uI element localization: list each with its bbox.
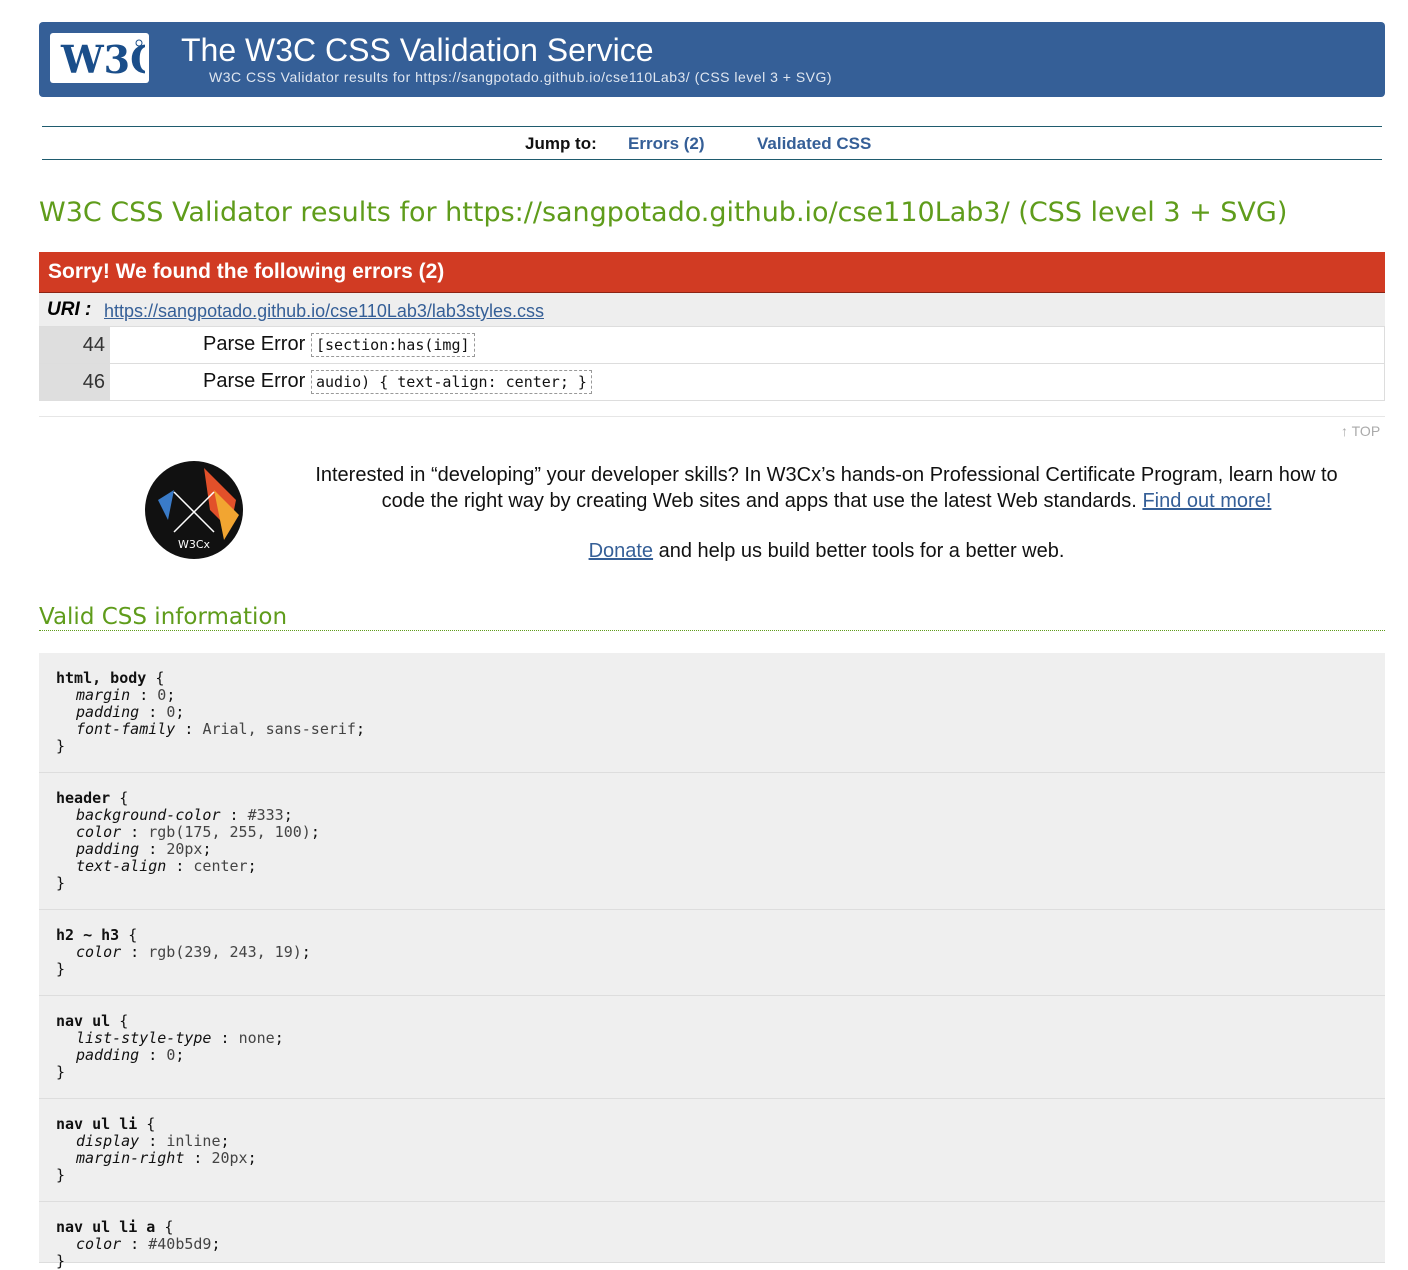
valid-css-title: Valid CSS information [39, 604, 288, 630]
css-property: color [76, 1235, 122, 1253]
css-property: padding [76, 840, 140, 858]
css-selector: nav ul [56, 1012, 111, 1030]
w3c-logo-icon: W3C [60, 37, 145, 81]
w3c-logo[interactable]: W3C [50, 33, 149, 83]
error-row: 44 Parse Error [section:has(img] [39, 326, 1384, 364]
header-banner: W3C The W3C CSS Validation Service W3C C… [39, 22, 1385, 97]
error-row: 46 Parse Error audio) { text-align: cent… [39, 363, 1384, 401]
css-value: 20px [211, 1149, 248, 1167]
css-value: rgb(239, 243, 19) [148, 943, 302, 961]
donate-line: Donate and help us build better tools fo… [300, 540, 1353, 563]
css-declaration: margin-right : 20px; [76, 1149, 257, 1167]
error-line-number: 46 [39, 364, 110, 401]
donate-link[interactable]: Donate [589, 540, 654, 562]
css-property: color [76, 823, 122, 841]
css-selector: html, body [56, 669, 147, 687]
errors-heading-text: Sorry! We found the following errors (2) [48, 260, 445, 283]
divider [39, 416, 1385, 417]
css-rule-block: h2 ~ h3 {color : rgb(239, 243, 19);} [39, 910, 1385, 996]
css-rule-block: nav ul li {display : inline; margin-right… [39, 1099, 1385, 1202]
css-property: text-align [76, 857, 167, 875]
error-code: audio) { text-align: center; } [311, 370, 592, 394]
jump-validated-css-link[interactable]: Validated CSS [757, 134, 871, 154]
errors-heading: Sorry! We found the following errors (2) [39, 252, 1385, 293]
css-declaration: list-style-type : none; [76, 1029, 284, 1047]
jump-nav: Jump to: Errors (2) Validated CSS [42, 126, 1382, 160]
divider [39, 630, 1385, 631]
css-declaration: background-color : #333; [76, 806, 293, 824]
jump-errors-link[interactable]: Errors (2) [628, 134, 705, 154]
uri-link[interactable]: https://sangpotado.github.io/cse110Lab3/… [104, 301, 544, 322]
css-value: inline [166, 1132, 221, 1150]
css-rule-block: nav ul li a {color : #40b5d9;} [39, 1202, 1385, 1270]
css-value: none [238, 1029, 275, 1047]
page-subtitle: W3C CSS Validator results for https://sa… [209, 69, 833, 85]
css-selector: nav ul li a [56, 1218, 156, 1236]
errors-table: 44 Parse Error [section:has(img] 46 Pars… [39, 326, 1385, 401]
css-declaration: padding : 0; [76, 1046, 185, 1064]
svg-text:W3C: W3C [60, 37, 145, 81]
css-declaration: font-family : Arial, sans-serif; [76, 720, 365, 738]
page-title: The W3C CSS Validation Service [181, 32, 654, 68]
donate-text: and help us build better tools for a bet… [653, 540, 1065, 562]
css-property: display [76, 1132, 140, 1150]
top-link[interactable]: ↑ TOP [1341, 423, 1380, 439]
css-selector: nav ul li [56, 1115, 138, 1133]
promo-text: Interested in “developing” your develope… [300, 462, 1353, 514]
uri-row: URI : https://sangpotado.github.io/cse11… [39, 293, 1385, 326]
css-rule-block: header {background-color : #333; color : … [39, 773, 1385, 910]
css-declaration: margin : 0; [76, 686, 176, 704]
css-property: margin [76, 686, 131, 704]
css-property: padding [76, 1046, 140, 1064]
css-declaration: padding : 0; [76, 703, 185, 721]
css-value: #333 [247, 806, 284, 824]
error-code: [section:has(img] [311, 333, 475, 357]
error-line-number: 44 [39, 327, 110, 364]
css-value: Arial, sans-serif [202, 720, 356, 738]
svg-text:W3Cx: W3Cx [178, 538, 211, 551]
css-declaration: color : #40b5d9; [76, 1235, 221, 1253]
w3cx-fewd-badge-icon[interactable]: W3Cx [144, 460, 244, 560]
css-value: 20px [166, 840, 203, 858]
css-declaration: text-align : center; [76, 857, 257, 875]
jump-label: Jump to: [525, 134, 597, 153]
css-rule-block: nav ul {list-style-type : none; padding :… [39, 996, 1385, 1099]
css-value: rgb(175, 255, 100) [148, 823, 311, 841]
css-property: font-family [76, 720, 176, 738]
css-declaration: padding : 20px; [76, 840, 212, 858]
css-value: center [193, 857, 248, 875]
css-value: 0 [157, 686, 167, 704]
css-declaration: color : rgb(175, 255, 100); [76, 823, 320, 841]
error-type: Parse Error [203, 370, 306, 392]
css-declaration: color : rgb(239, 243, 19); [76, 943, 311, 961]
css-property: padding [76, 703, 140, 721]
uri-label: URI : [47, 299, 92, 320]
css-selector: header [56, 789, 111, 807]
css-value: #40b5d9 [148, 1235, 212, 1253]
css-property: list-style-type [76, 1029, 212, 1047]
css-rule-block: html, body {margin : 0; padding : 0; font-… [39, 653, 1385, 773]
error-type: Parse Error [203, 333, 306, 355]
results-title: W3C CSS Validator results for https://sa… [39, 197, 1288, 228]
find-out-more-link[interactable]: Find out more! [1142, 490, 1271, 512]
css-property: color [76, 943, 122, 961]
css-property: margin-right [76, 1149, 185, 1167]
css-property: background-color [76, 806, 221, 824]
css-value: 0 [166, 703, 176, 721]
css-declaration: display : inline; [76, 1132, 230, 1150]
css-value: 0 [166, 1046, 176, 1064]
css-selector: h2 ~ h3 [56, 926, 120, 944]
